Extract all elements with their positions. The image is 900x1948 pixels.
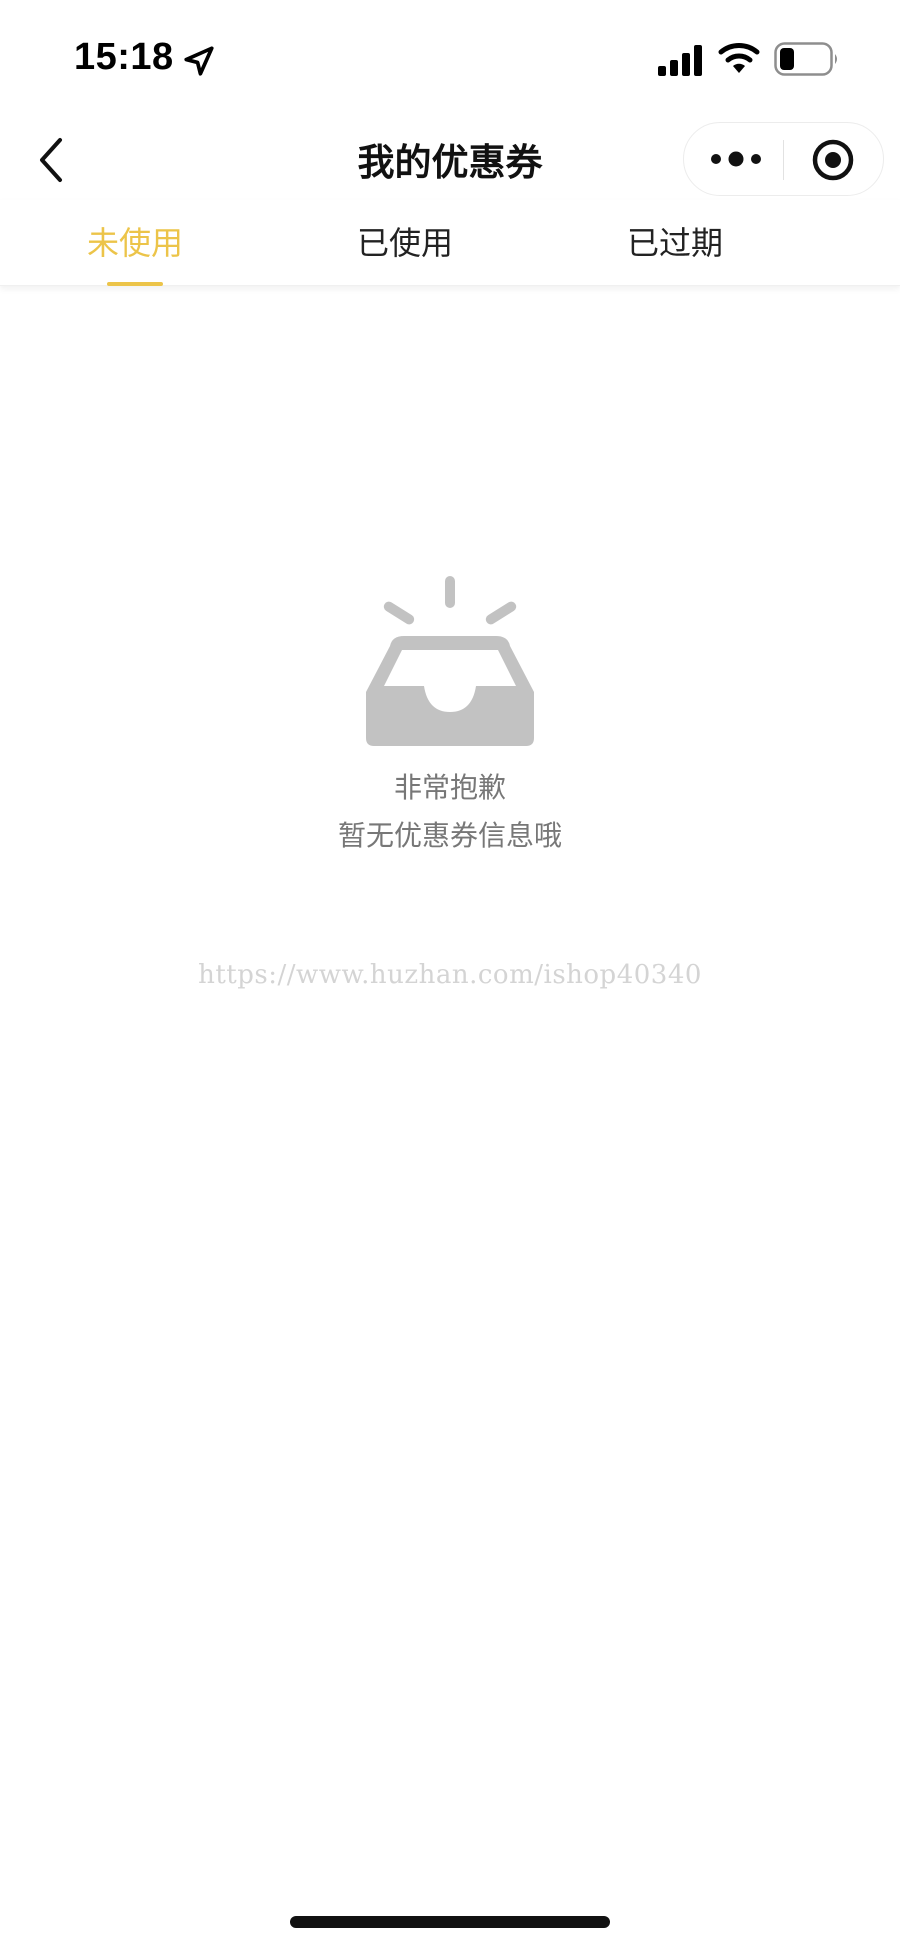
- wifi-icon: [718, 43, 760, 73]
- close-target-icon[interactable]: [811, 138, 855, 182]
- cellular-signal-icon: [658, 45, 702, 76]
- tab-used[interactable]: 已使用: [305, 218, 505, 264]
- empty-message-title: 非常抱歉: [393, 771, 506, 804]
- empty-inbox-icon: [366, 576, 534, 746]
- status-bar: 15:18: [0, 0, 900, 118]
- capsule-divider: [783, 140, 784, 180]
- tab-unused[interactable]: 未使用: [35, 218, 235, 264]
- tab-expired[interactable]: 已过期: [575, 218, 775, 264]
- screen: 15:18 我的优惠券 未使用 已使用 已过期 非常抱歉 暂无优惠券信息哦 ht…: [0, 0, 900, 1948]
- nav-bar: 我的优惠券: [0, 118, 900, 200]
- battery-icon: [774, 42, 837, 76]
- watermark-text: https://www.huzhan.com/ishop40340: [198, 960, 702, 990]
- coupon-tabs: 未使用 已使用 已过期: [0, 200, 900, 286]
- status-time: 15:18: [74, 36, 174, 78]
- miniprogram-capsule: [683, 122, 884, 196]
- empty-message-subtitle: 暂无优惠券信息哦: [337, 819, 562, 852]
- active-tab-indicator: [107, 282, 163, 286]
- home-indicator[interactable]: [290, 1916, 610, 1928]
- location-arrow-icon: [184, 46, 214, 76]
- more-dots-icon[interactable]: [708, 136, 764, 182]
